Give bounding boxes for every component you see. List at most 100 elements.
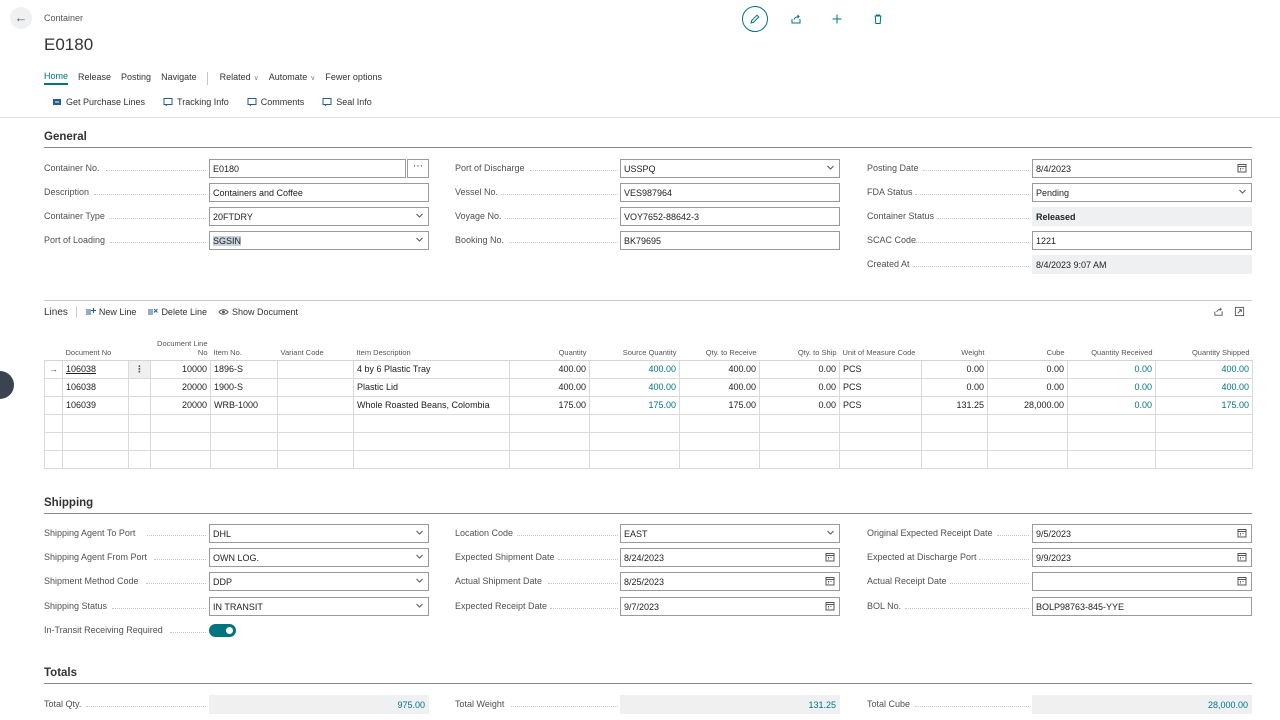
delete-line-button[interactable]: Delete Line xyxy=(147,307,207,317)
get-purchase-lines-button[interactable]: Get Purchase Lines xyxy=(52,97,145,107)
totals-divider xyxy=(44,683,1252,684)
total-cube-value[interactable]: 28,000.00 xyxy=(1032,695,1252,714)
expected-at-discharge-port-input[interactable]: 9/9/2023 xyxy=(1032,548,1252,567)
tab-home[interactable]: Home xyxy=(44,71,69,85)
description-input[interactable]: Containers and Coffee xyxy=(209,183,429,202)
container-no-field: Container No. E0180 xyxy=(44,159,430,178)
share-icon[interactable] xyxy=(783,6,809,32)
booking-no-field: Booking No. BK79695 xyxy=(455,231,841,250)
lines-separator xyxy=(75,306,77,318)
calendar-icon[interactable] xyxy=(1237,528,1247,538)
voyage-no-field: Voyage No. VOY7652-88642-3 xyxy=(455,207,841,226)
general-section-title[interactable]: General xyxy=(44,131,87,143)
total-qty-value[interactable]: 975.00 xyxy=(209,695,429,714)
lines-divider xyxy=(44,300,1252,301)
seal-info-button[interactable]: Seal Info xyxy=(322,97,372,107)
col-document-line-no[interactable]: Document Line No xyxy=(150,335,211,361)
table-row-empty[interactable] xyxy=(44,449,1253,469)
shipment-method-code-select[interactable]: DDP xyxy=(209,572,429,591)
edit-icon[interactable] xyxy=(742,6,768,32)
tab-related[interactable]: Related ∨ xyxy=(220,72,259,84)
table-row-empty[interactable] xyxy=(44,431,1253,451)
calendar-icon[interactable] xyxy=(1237,552,1247,562)
bol-no-input[interactable]: BOLP98763-845-YYE xyxy=(1032,597,1252,616)
col-item-no[interactable]: Item No. xyxy=(210,335,278,361)
actual-receipt-date-input[interactable] xyxy=(1032,572,1252,591)
created-at-value: 8/4/2023 9:07 AM xyxy=(1032,255,1252,274)
breadcrumb: Container xyxy=(44,13,84,23)
table-row-empty[interactable] xyxy=(44,413,1253,433)
col-document-no[interactable]: Document No xyxy=(62,335,129,361)
container-type-select[interactable]: 20FTDRY xyxy=(209,207,429,226)
calendar-icon[interactable] xyxy=(1237,163,1247,173)
calendar-icon[interactable] xyxy=(825,576,835,586)
col-variant-code[interactable]: Variant Code xyxy=(277,335,354,361)
show-document-button[interactable]: Show Document xyxy=(218,307,298,317)
total-weight-value[interactable]: 131.25 xyxy=(620,695,840,714)
tab-release[interactable]: Release xyxy=(78,72,111,84)
col-quantity-shipped[interactable]: Quantity Shipped xyxy=(1155,335,1253,361)
col-qty-to-receive[interactable]: Qty. to Receive xyxy=(679,335,760,361)
col-cube[interactable]: Cube xyxy=(987,335,1068,361)
row-actions-button[interactable]: ⋮ xyxy=(128,359,151,379)
chevron-down-icon xyxy=(416,237,423,242)
posting-date-input[interactable]: 8/4/2023 xyxy=(1032,159,1252,178)
calendar-icon[interactable] xyxy=(825,552,835,562)
col-item-description[interactable]: Item Description xyxy=(353,335,510,361)
fda-status-field: FDA Status Pending xyxy=(867,183,1253,202)
share-icon[interactable] xyxy=(1213,306,1224,317)
totals-section-title[interactable]: Totals xyxy=(44,667,77,679)
document-no-link[interactable]: 106038 xyxy=(62,359,129,379)
fda-status-select[interactable]: Pending xyxy=(1032,183,1252,202)
back-button[interactable]: ← xyxy=(10,7,32,29)
new-line-icon xyxy=(85,308,96,315)
original-expected-receipt-date-input[interactable]: 9/5/2023 xyxy=(1032,524,1252,543)
expected-receipt-date-input[interactable]: 9/7/2023 xyxy=(620,597,840,616)
table-row[interactable]: → 106038 ⋮ 10000 1896-S 4 by 6 Plastic T… xyxy=(44,359,1253,379)
tab-automate[interactable]: Automate ∨ xyxy=(269,72,316,84)
chevron-down-icon xyxy=(827,165,834,170)
container-no-assist-button[interactable]: ⋯ xyxy=(407,159,429,178)
shipping-agent-from-port-select[interactable]: OWN LOG. xyxy=(209,548,429,567)
col-source-quantity[interactable]: Source Quantity xyxy=(589,335,680,361)
table-row[interactable]: 106038 20000 1900-S Plastic Lid 400.00 4… xyxy=(44,377,1253,397)
comments-button[interactable]: Comments xyxy=(247,97,304,107)
port-of-loading-select[interactable]: SGSIN xyxy=(209,231,429,250)
new-line-button[interactable]: New Line xyxy=(85,307,136,317)
location-code-field: Location Code EAST xyxy=(455,524,841,543)
shipping-section-title[interactable]: Shipping xyxy=(44,497,93,509)
container-no-input[interactable]: E0180 xyxy=(209,159,406,178)
container-status-field: Container Status Released xyxy=(867,207,1253,226)
new-icon[interactable] xyxy=(824,6,850,32)
container-type-field: Container Type 20FTDRY xyxy=(44,207,430,226)
tab-navigate[interactable]: Navigate xyxy=(161,72,197,84)
calendar-icon[interactable] xyxy=(825,601,835,611)
tab-posting[interactable]: Posting xyxy=(121,72,151,84)
col-quantity[interactable]: Quantity xyxy=(509,335,590,361)
location-code-select[interactable]: EAST xyxy=(620,524,840,543)
col-quantity-received[interactable]: Quantity Received xyxy=(1067,335,1156,361)
expand-icon[interactable] xyxy=(1234,306,1245,317)
lines-title[interactable]: Lines xyxy=(44,307,68,318)
table-row[interactable]: 106039 20000 WRB-1000 Whole Roasted Bean… xyxy=(44,395,1253,415)
side-panel-handle[interactable] xyxy=(0,371,14,399)
delete-icon[interactable] xyxy=(865,6,891,32)
col-qty-to-ship[interactable]: Qty. to Ship xyxy=(759,335,840,361)
port-of-discharge-select[interactable]: USSPQ xyxy=(620,159,840,178)
voyage-no-input[interactable]: VOY7652-88642-3 xyxy=(620,207,840,226)
total-cube-field: Total Cube 28,000.00 xyxy=(867,695,1253,714)
expected-shipment-date-input[interactable]: 8/24/2023 xyxy=(620,548,840,567)
scac-code-input[interactable]: 1221 xyxy=(1032,231,1252,250)
col-uom-code[interactable]: Unit of Measure Code xyxy=(839,335,922,361)
col-weight[interactable]: Weight xyxy=(921,335,988,361)
shipping-agent-to-port-select[interactable]: DHL xyxy=(209,524,429,543)
fewer-options-button[interactable]: Fewer options xyxy=(325,72,382,84)
vessel-no-input[interactable]: VES987964 xyxy=(620,183,840,202)
shipping-status-select[interactable]: IN TRANSIT xyxy=(209,597,429,616)
booking-no-input[interactable]: BK79695 xyxy=(620,231,840,250)
in-transit-receiving-toggle[interactable] xyxy=(209,624,236,637)
calendar-icon[interactable] xyxy=(1237,576,1247,586)
tracking-info-button[interactable]: Tracking Info xyxy=(163,97,229,107)
expected-shipment-date-field: Expected Shipment Date 8/24/2023 xyxy=(455,548,841,567)
actual-shipment-date-input[interactable]: 8/25/2023 xyxy=(620,572,840,591)
